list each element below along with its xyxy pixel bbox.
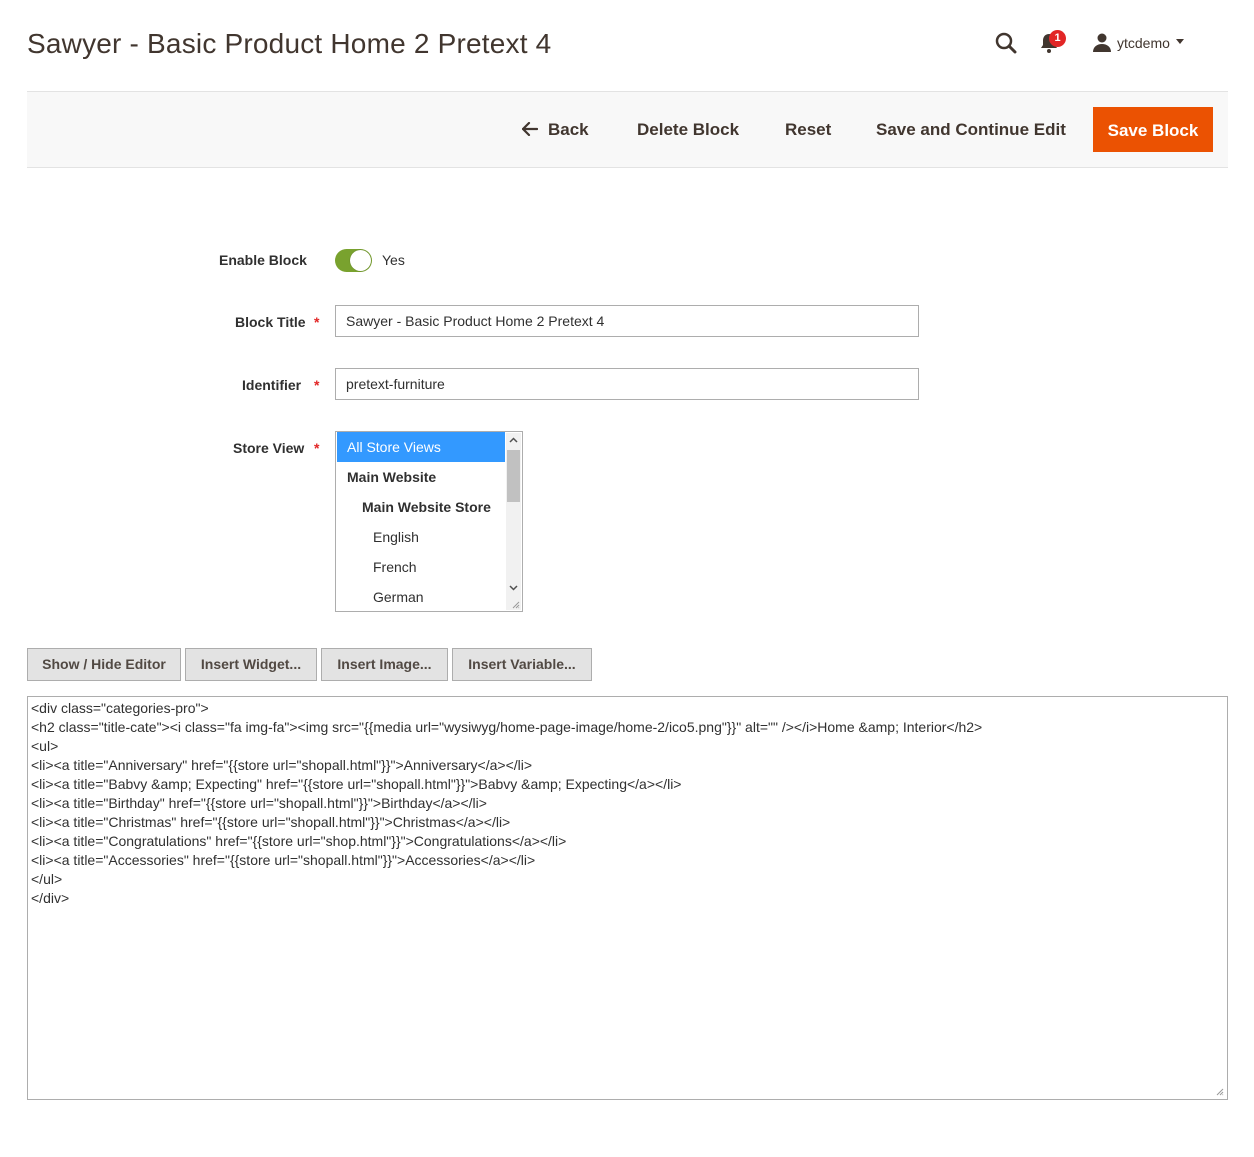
resize-grip-icon[interactable] xyxy=(512,601,520,609)
notification-count-badge[interactable]: 1 xyxy=(1049,30,1066,47)
code-line: <li><a title="Babvy &amp; Expecting" hre… xyxy=(31,776,682,792)
scroll-down-icon[interactable] xyxy=(509,583,518,592)
toggle-knob xyxy=(350,250,371,271)
code-line: <li><a title="Christmas" href="{{store u… xyxy=(31,814,511,830)
store-view-option-english[interactable]: English xyxy=(337,522,505,552)
code-line: <li><a title="Congratulations" href="{{s… xyxy=(31,833,567,849)
store-view-option-german[interactable]: German xyxy=(337,582,505,611)
required-marker: * xyxy=(314,377,320,393)
code-line: <li><a title="Birthday" href="{{store ur… xyxy=(31,795,487,811)
save-and-continue-button[interactable]: Save and Continue Edit xyxy=(861,107,1081,152)
identifier-label: Identifier xyxy=(242,377,302,393)
username: ytcdemo xyxy=(1117,35,1170,51)
arrow-left-icon xyxy=(521,108,539,153)
show-hide-editor-button[interactable]: Show / Hide Editor xyxy=(27,648,181,681)
required-marker: * xyxy=(314,440,320,456)
content-editor-textarea[interactable]: <div class="categories-pro"> <h2 class="… xyxy=(27,696,1228,1100)
insert-image-button[interactable]: Insert Image... xyxy=(321,648,448,681)
store-view-option-all[interactable]: All Store Views xyxy=(337,432,505,462)
code-line: <li><a title="Anniversary" href="{{store… xyxy=(31,757,533,773)
search-icon[interactable] xyxy=(994,31,1018,55)
reset-button[interactable]: Reset xyxy=(770,107,846,152)
scroll-up-icon[interactable] xyxy=(509,436,518,445)
page-title: Sawyer - Basic Product Home 2 Pretext 4 xyxy=(27,28,552,59)
back-label: Back xyxy=(548,120,589,139)
code-line: <li><a title="Accessories" href="{{store… xyxy=(31,852,536,868)
code-line: <ul> xyxy=(31,738,59,754)
resize-grip-icon[interactable] xyxy=(1216,1088,1224,1096)
enable-block-value: Yes xyxy=(382,252,405,268)
block-title-label: Block Title xyxy=(235,314,306,330)
store-view-option-main-website[interactable]: Main Website xyxy=(337,462,505,492)
user-icon xyxy=(1093,33,1111,52)
store-view-label: Store View xyxy=(233,440,305,456)
chevron-down-icon xyxy=(1176,39,1184,44)
page-actions-bar: Back Delete Block Reset Save and Continu… xyxy=(27,91,1228,168)
scrollbar-thumb[interactable] xyxy=(507,450,520,502)
insert-variable-button[interactable]: Insert Variable... xyxy=(452,648,592,681)
back-button[interactable]: Back xyxy=(507,107,604,152)
code-line: <div class="categories-pro"> xyxy=(31,700,209,716)
store-view-multiselect[interactable]: All Store Views Main Website Main Websit… xyxy=(335,431,523,612)
enable-block-toggle[interactable] xyxy=(335,249,372,272)
identifier-input[interactable]: pretext-furniture xyxy=(335,368,919,400)
store-view-option-main-website-store[interactable]: Main Website Store xyxy=(337,492,505,522)
save-block-button[interactable]: Save Block xyxy=(1093,107,1213,152)
insert-widget-button[interactable]: Insert Widget... xyxy=(185,648,317,681)
code-line: <h2 class="title-cate"><i class="fa img-… xyxy=(31,719,983,735)
block-title-input[interactable]: Sawyer - Basic Product Home 2 Pretext 4 xyxy=(335,305,919,337)
store-view-option-french[interactable]: French xyxy=(337,552,505,582)
delete-block-button[interactable]: Delete Block xyxy=(622,107,754,152)
code-line: </div> xyxy=(31,890,70,906)
required-marker: * xyxy=(314,314,320,330)
code-line: </ul> xyxy=(31,871,63,887)
enable-block-label: Enable Block xyxy=(219,252,307,268)
